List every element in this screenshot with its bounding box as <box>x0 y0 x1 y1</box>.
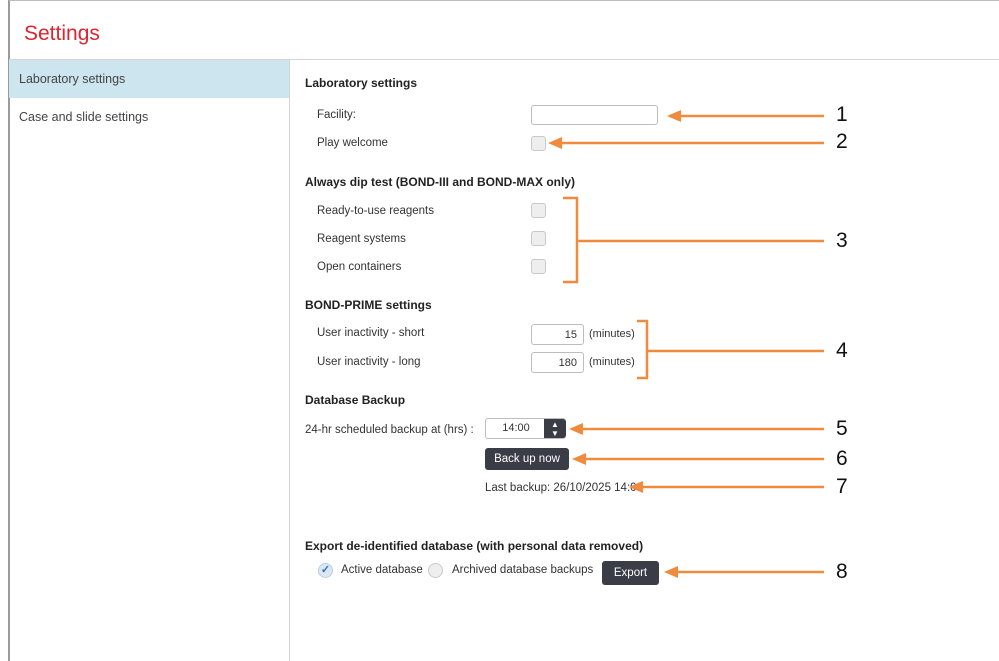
callout-number-2: 2 <box>836 130 848 153</box>
callout-number-6: 6 <box>836 447 848 470</box>
arrowhead-icon <box>572 453 586 465</box>
arrowhead-icon <box>569 423 583 435</box>
callout-number-3: 3 <box>836 229 848 252</box>
callout-bracket-4 <box>637 319 649 380</box>
arrowhead-icon <box>629 481 643 493</box>
callout-number-5: 5 <box>836 417 848 440</box>
callout-number-1: 1 <box>836 103 848 126</box>
arrowhead-icon <box>664 566 678 578</box>
callout-bracket-3 <box>563 196 579 284</box>
arrowhead-icon <box>548 137 562 149</box>
callout-number-8: 8 <box>836 560 848 583</box>
callout-number-4: 4 <box>836 339 848 362</box>
callout-number-7: 7 <box>836 475 848 498</box>
callout-annotations <box>548 110 824 578</box>
arrowhead-icon <box>667 110 681 122</box>
